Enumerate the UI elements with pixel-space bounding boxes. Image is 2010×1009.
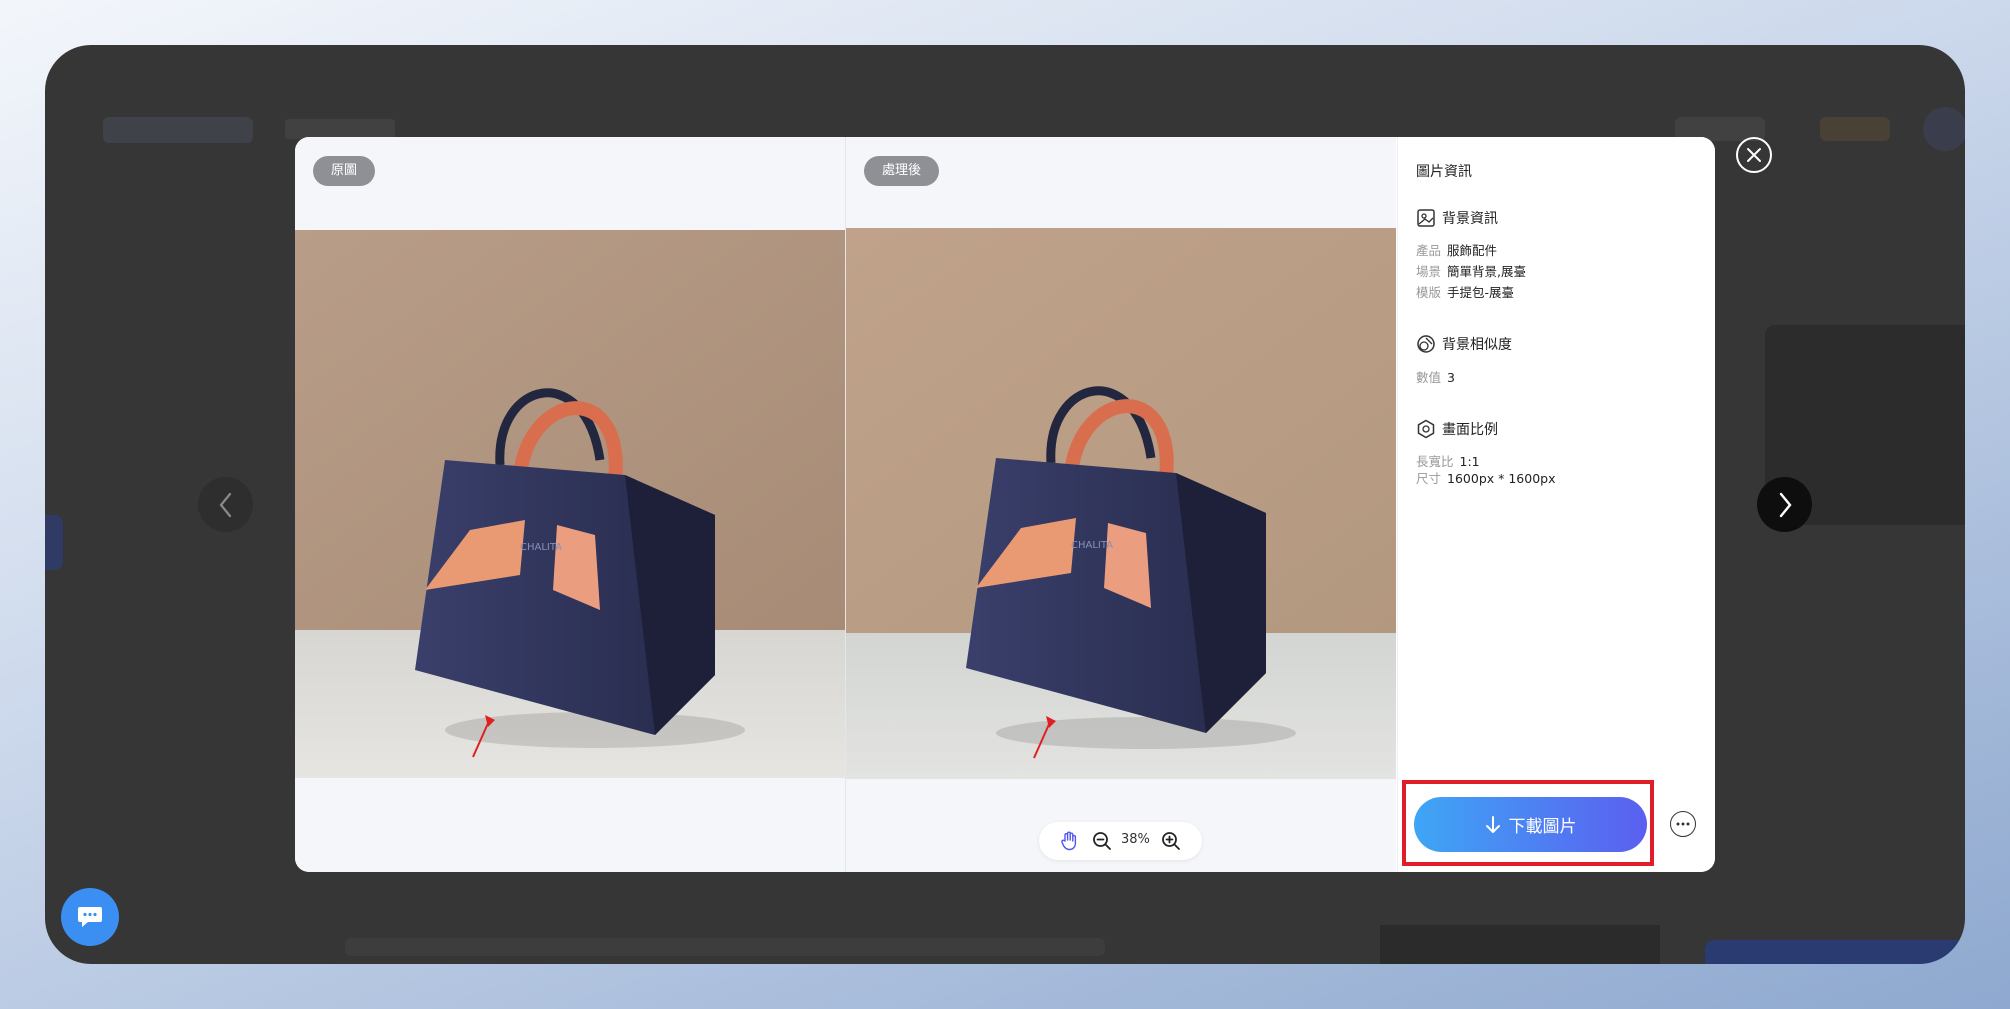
info-title: 圖片資訊 [1416, 164, 1472, 180]
similarity-label: 背景相似度 [1442, 337, 1512, 353]
product-value: 服飾配件 [1447, 243, 1498, 258]
svg-text:CHALITA: CHALITA [520, 542, 562, 553]
background-info-label: 背景資訊 [1442, 211, 1498, 227]
chevron-left-icon [219, 492, 231, 517]
template-row: 模版 手提包-展臺 [1416, 282, 1514, 301]
template-value: 手提包-展臺 [1447, 285, 1515, 300]
template-label: 模版 [1416, 285, 1442, 300]
zoom-out-icon[interactable] [1091, 830, 1113, 852]
next-image-button[interactable] [1757, 477, 1812, 532]
previous-image-button[interactable] [198, 477, 253, 532]
image-icon [1417, 209, 1435, 227]
chevron-right-icon [1779, 492, 1792, 517]
similarity-row: 數值 3 [1416, 367, 1455, 386]
hand-icon[interactable] [1058, 830, 1080, 852]
ratio-label: 畫面比例 [1442, 422, 1498, 438]
close-icon [1747, 148, 1761, 162]
bg-avatar [1923, 107, 1965, 151]
handbag-photo: CHALITA [846, 228, 1396, 779]
background-info-heading: 背景資訊 [1416, 208, 1498, 228]
ratio-heading: 畫面比例 [1416, 419, 1498, 439]
processed-tag: 處理後 [864, 156, 940, 186]
processed-pane: 處理後 CHALITA [846, 137, 1396, 872]
zoom-level: 38% [1121, 832, 1150, 847]
more-icon [1676, 822, 1690, 826]
more-options-button[interactable] [1670, 811, 1696, 837]
size-label: 尺寸 [1416, 471, 1442, 486]
zoom-toolbar: 38% [1039, 822, 1202, 860]
aspect-value: 1:1 [1459, 454, 1480, 469]
bg-side-tab [45, 515, 63, 570]
bg-bar [345, 938, 1105, 956]
original-tag: 原圖 [313, 156, 376, 186]
size-row: 尺寸 1600px * 1600px [1416, 468, 1556, 487]
bg-nav [285, 119, 395, 139]
similarity-heading: 背景相似度 [1416, 334, 1512, 354]
bg-card [1380, 925, 1660, 964]
bg-logo [103, 117, 253, 143]
bg-button [1705, 940, 1965, 964]
image-info-panel: 圖片資訊 背景資訊 產品 服飾配件 場景 簡單背景,展臺 模版 手提包-展臺 背景相似… [1398, 137, 1715, 872]
download-icon [1485, 815, 1500, 833]
scene-row: 場景 簡單背景,展臺 [1416, 261, 1526, 280]
scene-label: 場景 [1416, 264, 1442, 279]
download-label: 下載圖片 [1508, 817, 1577, 837]
handbag-photo: CHALITA [295, 230, 845, 778]
bg-header-badge [1820, 117, 1890, 141]
processed-image: CHALITA [846, 228, 1396, 779]
similarity-value-label: 數值 [1416, 370, 1442, 385]
original-image: CHALITA [295, 230, 845, 778]
ratio-icon [1417, 419, 1435, 439]
product-label: 產品 [1416, 243, 1442, 258]
chat-icon [78, 907, 102, 927]
size-value: 1600px * 1600px [1447, 471, 1556, 486]
close-button[interactable] [1736, 137, 1772, 173]
download-button[interactable]: 下載圖片 [1414, 797, 1647, 852]
product-row: 產品 服飾配件 [1416, 240, 1497, 259]
similarity-value: 3 [1447, 370, 1455, 385]
similarity-icon [1417, 335, 1435, 353]
image-preview-modal: 原圖 CHALITA 處理後 CHALITA 圖片資訊 背景資訊 產品 服飾配件… [295, 137, 1715, 872]
chat-support-button[interactable] [61, 888, 119, 946]
original-pane: 原圖 CHALITA [295, 137, 845, 872]
scene-value: 簡單背景,展臺 [1447, 264, 1526, 279]
svg-text:CHALITA: CHALITA [1071, 540, 1113, 551]
zoom-in-icon[interactable] [1160, 830, 1182, 852]
aspect-label: 長寬比 [1416, 454, 1454, 469]
